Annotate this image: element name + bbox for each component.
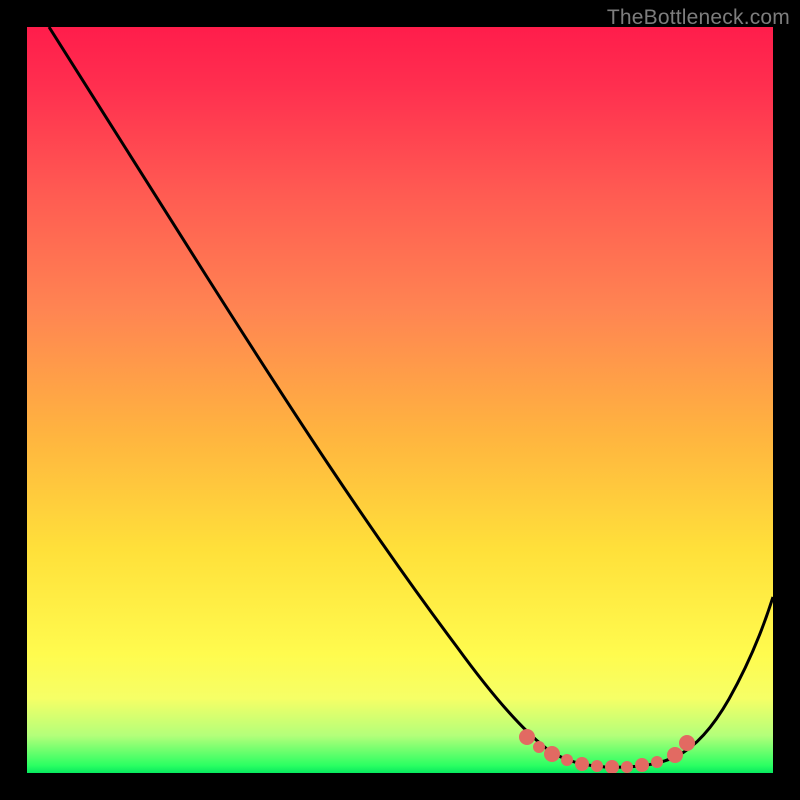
plot-area [27, 27, 773, 773]
curve-path [49, 27, 773, 767]
watermark-text: TheBottleneck.com [607, 6, 790, 30]
bottleneck-curve [27, 27, 773, 773]
valley-markers [519, 729, 695, 773]
chart-stage: TheBottleneck.com [0, 0, 800, 800]
